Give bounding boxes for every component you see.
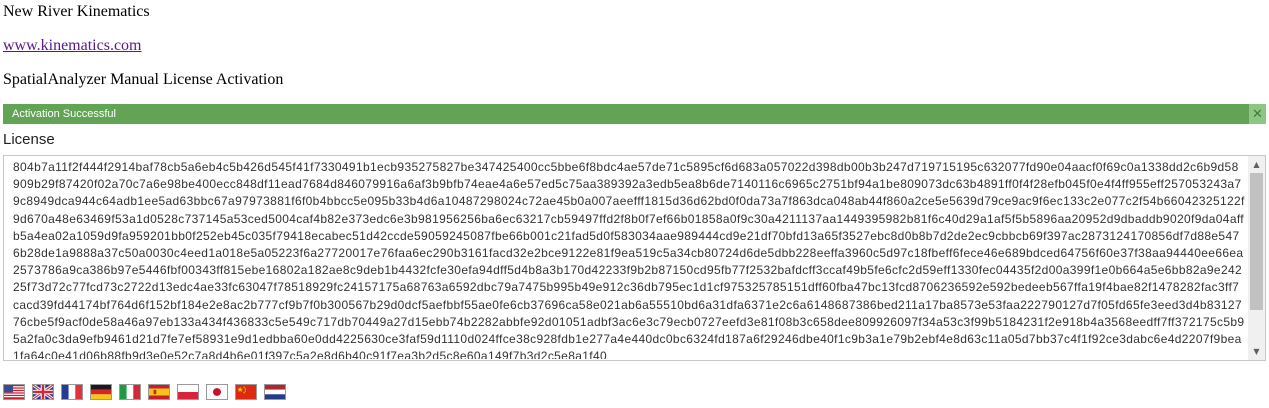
flag-uk-icon[interactable] (32, 384, 54, 400)
flag-italy-icon[interactable] (119, 384, 141, 400)
company-name: New River Kinematics (3, 3, 150, 20)
flag-japan-icon[interactable] (206, 384, 228, 400)
flag-france-icon[interactable] (61, 384, 83, 400)
close-icon[interactable]: ✕ (1249, 104, 1266, 124)
page-title: SpatialAnalyzer Manual License Activatio… (3, 71, 284, 88)
flag-germany-icon[interactable] (90, 384, 112, 400)
scroll-up-arrow-icon[interactable]: ▲ (1248, 156, 1265, 173)
scroll-down-arrow-icon[interactable]: ▼ (1248, 343, 1265, 360)
license-textarea[interactable]: 804b7a11f2f444f2914baf78cb5a6eb4c5b426d5… (3, 155, 1266, 361)
flag-spain-icon[interactable] (148, 384, 170, 400)
vertical-scrollbar[interactable]: ▲ ▼ (1248, 156, 1265, 360)
scrollbar-thumb[interactable] (1250, 173, 1263, 310)
flag-poland-icon[interactable] (177, 384, 199, 400)
flag-us-icon[interactable] (3, 384, 25, 400)
activation-status-banner: Activation Successful ✕ (3, 104, 1266, 124)
website-link[interactable]: www.kinematics.com (3, 36, 141, 56)
flag-netherlands-icon[interactable] (264, 384, 286, 400)
flag-china-icon[interactable] (235, 384, 257, 400)
license-label: License (3, 131, 55, 148)
status-message: Activation Successful (12, 108, 116, 120)
license-key-text[interactable]: 804b7a11f2f444f2914baf78cb5a6eb4c5b426d5… (13, 159, 1245, 359)
